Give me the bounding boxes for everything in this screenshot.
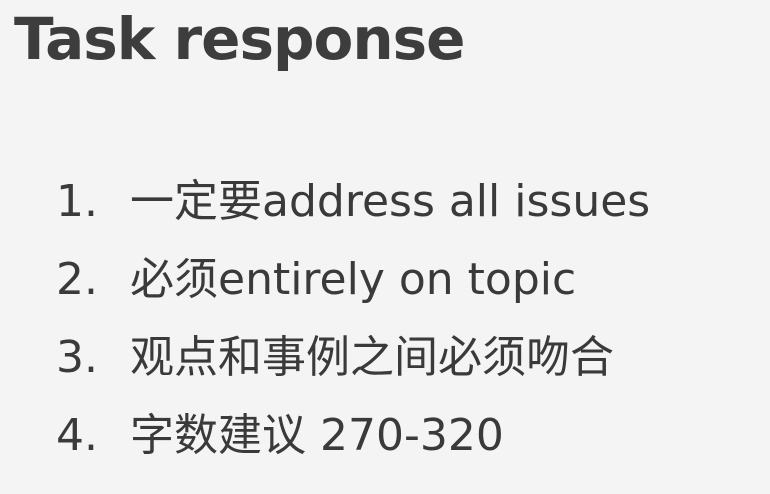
- requirements-list: 1. 一定要address all issues 2. 必须entirely o…: [56, 180, 650, 492]
- item-text: 观点和事例之间必须吻合: [130, 332, 614, 383]
- list-item: 2. 必须entirely on topic: [56, 258, 650, 336]
- item-number: 2.: [56, 254, 98, 305]
- slide: Task response 1. 一定要address all issues 2…: [0, 0, 770, 494]
- item-number: 1.: [56, 176, 98, 227]
- list-item: 3. 观点和事例之间必须吻合: [56, 336, 650, 414]
- list-item: 1. 一定要address all issues: [56, 180, 650, 258]
- item-text: 一定要address all issues: [130, 176, 651, 227]
- item-text: 字数建议 270-320: [130, 410, 504, 461]
- item-text: 必须entirely on topic: [130, 254, 577, 305]
- item-number: 4.: [56, 410, 98, 461]
- slide-title: Task response: [14, 5, 465, 73]
- item-number: 3.: [56, 332, 98, 383]
- list-item: 4. 字数建议 270-320: [56, 414, 650, 492]
